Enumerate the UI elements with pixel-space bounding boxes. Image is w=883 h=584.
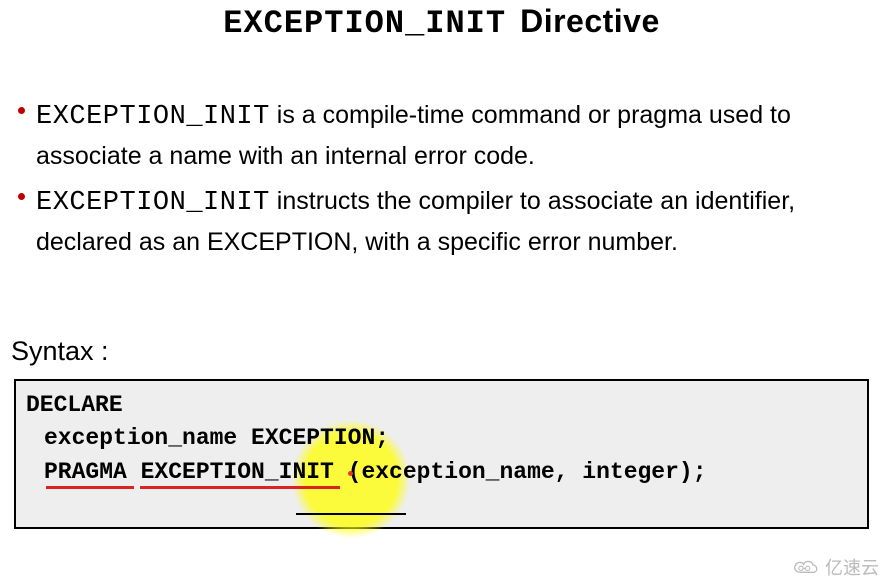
underline-pragma-icon: [46, 486, 134, 489]
bullet-1: EXCEPTION_INIT is a compile-time command…: [36, 97, 863, 175]
bullet-2: EXCEPTION_INIT instructs the compiler to…: [36, 183, 863, 261]
body-list: EXCEPTION_INIT is a compile-time command…: [36, 97, 863, 261]
bullet-dot-icon: [18, 107, 25, 114]
bullet-2-code: EXCEPTION_INIT: [36, 188, 270, 218]
slide: { "title": { "code_part": "EXCEPTION_INI…: [0, 0, 883, 584]
code-line-1: DECLARE: [26, 389, 859, 422]
code-line-2: exception_name EXCEPTION;: [26, 422, 859, 455]
laser-pointer-icon: [348, 471, 353, 476]
bullet-dot-icon: [18, 193, 25, 200]
syntax-label: Syntax :: [11, 336, 883, 367]
underline-black-icon: [296, 513, 406, 515]
slide-title: EXCEPTION_INIT Directive: [0, 0, 883, 42]
bullet-1-code: EXCEPTION_INIT: [36, 102, 270, 132]
code-block: DECLARE exception_name EXCEPTION; PRAGMA…: [26, 389, 859, 489]
underline-exception-init-icon: [140, 486, 340, 489]
title-code-keyword: EXCEPTION_INIT: [223, 5, 506, 42]
code-line-3: PRAGMA EXCEPTION_INIT (exception_name, i…: [26, 456, 859, 489]
cloud-logo-icon: [789, 557, 821, 577]
title-text: Directive: [520, 3, 660, 39]
watermark-text: 亿速云: [825, 554, 879, 580]
watermark: 亿速云: [789, 554, 879, 580]
syntax-code-box: DECLARE exception_name EXCEPTION; PRAGMA…: [14, 379, 869, 529]
